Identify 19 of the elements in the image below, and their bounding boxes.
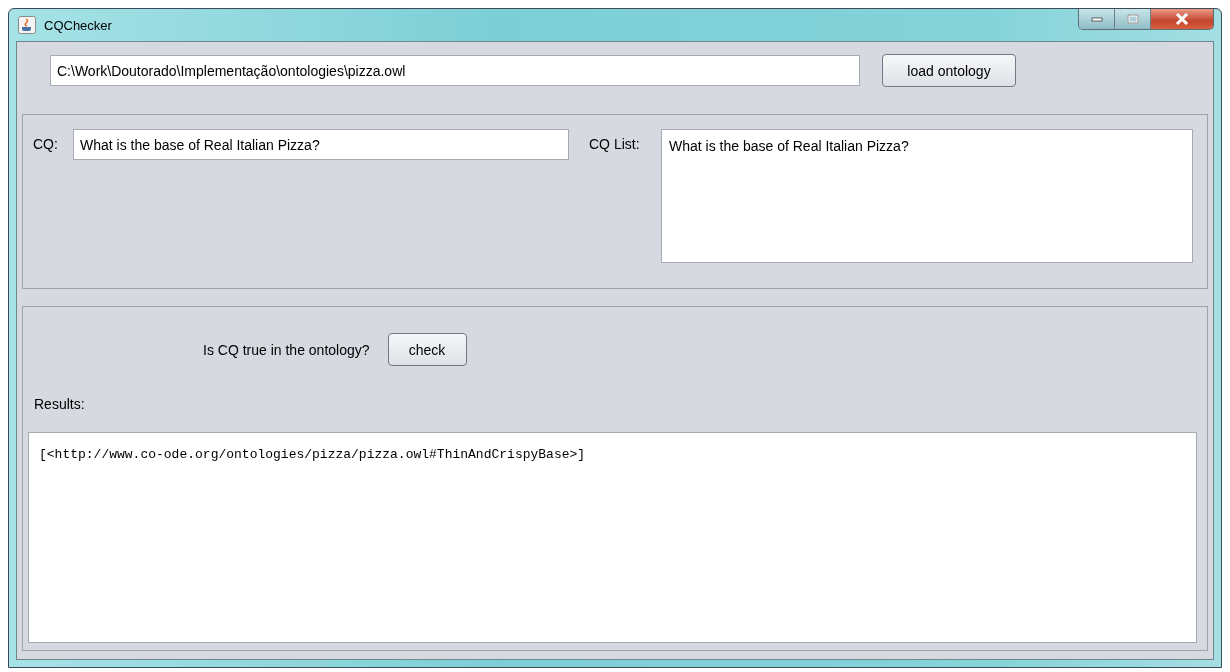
check-button[interactable]: check xyxy=(387,333,467,366)
coffee-cup-icon xyxy=(18,16,36,34)
load-ontology-button[interactable]: load ontology xyxy=(882,54,1016,87)
file-path-field[interactable]: C:\Work\Doutorado\Implementação\ontologies\pizza.owl xyxy=(50,55,860,86)
maximize-icon xyxy=(1126,14,1139,24)
check-prompt: Is CQ true in the ontology? xyxy=(203,341,370,358)
result-text: [<http://www.co-ode.org/ontologies/pizza/pizza.owl#ThinAndCrispyBase>] xyxy=(39,447,587,462)
close-icon xyxy=(1175,13,1189,25)
minimize-button[interactable] xyxy=(1079,9,1115,29)
cq-label: CQ: xyxy=(33,136,59,152)
window-title: CQChecker xyxy=(44,17,112,33)
maximize-button[interactable] xyxy=(1115,9,1151,29)
results-label: Results: xyxy=(34,396,86,412)
cq-list-item[interactable]: What is the base of Real Italian Pizza? xyxy=(669,138,1185,154)
close-button[interactable] xyxy=(1151,9,1213,29)
minimize-icon xyxy=(1090,16,1103,22)
cq-field[interactable]: What is the base of Real Italian Pizza? xyxy=(73,129,569,160)
cq-list-label: CQ List: xyxy=(589,136,641,152)
cq-list-box[interactable]: What is the base of Real Italian Pizza? xyxy=(661,129,1193,263)
